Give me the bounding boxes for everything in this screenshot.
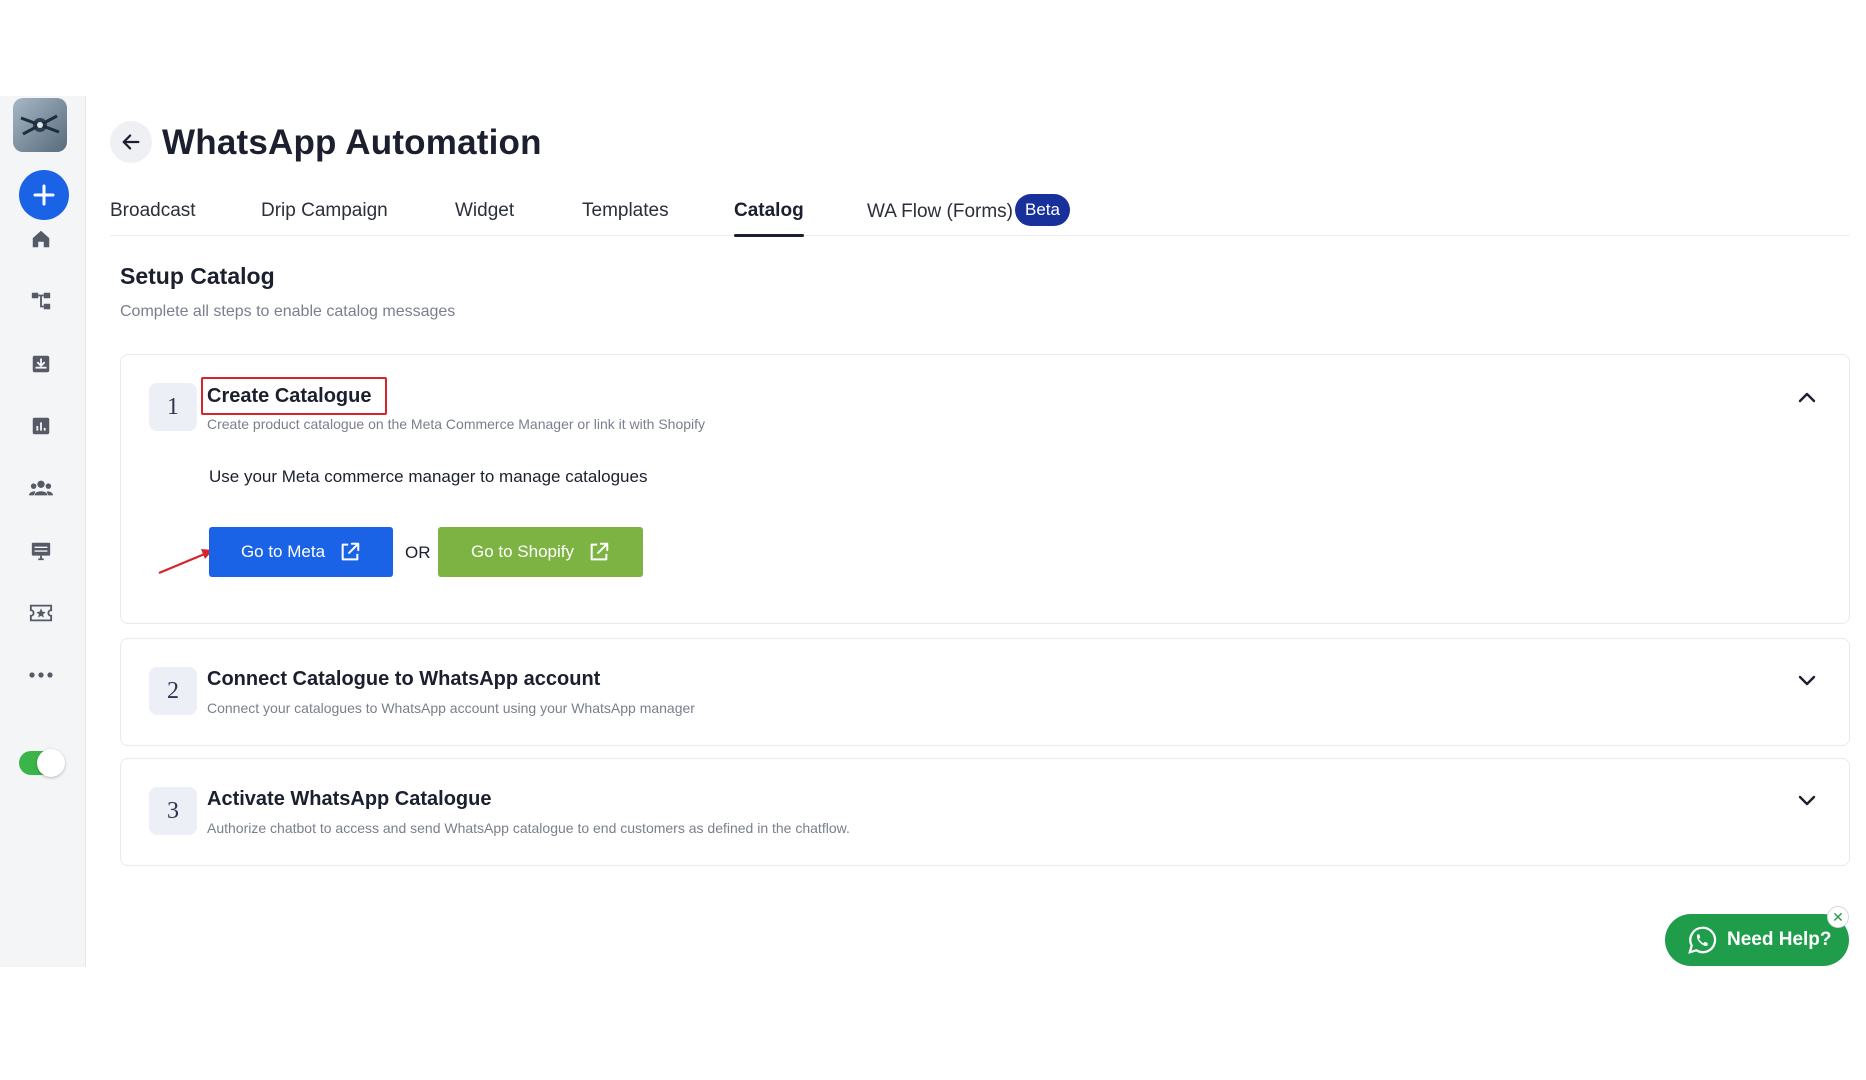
step-description: Authorize chatbot to access and send Wha…: [207, 820, 850, 836]
chevron-up-icon: [1798, 392, 1816, 403]
go-to-meta-button[interactable]: Go to Meta: [209, 527, 393, 577]
home-icon: [32, 230, 50, 248]
meta-instruction: Use your Meta commerce manager to manage…: [209, 467, 648, 486]
go-to-shopify-button[interactable]: Go to Shopify: [438, 527, 643, 577]
step-card-connect-catalogue[interactable]: 2 Connect Catalogue to WhatsApp account …: [120, 638, 1850, 746]
step-title: Activate WhatsApp Catalogue: [207, 788, 492, 810]
or-separator: OR: [405, 543, 431, 562]
monitor-icon: [31, 542, 51, 561]
flow-icon: [31, 292, 51, 310]
inbox-icon: [32, 355, 50, 373]
section-subtitle: Complete all steps to enable catalog mes…: [120, 303, 456, 320]
sidebar-item-contacts[interactable]: [26, 473, 56, 503]
step-number: 1: [149, 383, 197, 431]
workspace-avatar[interactable]: [13, 98, 67, 152]
toggle-knob: [37, 749, 65, 777]
need-help-label: Need Help?: [1727, 929, 1832, 950]
step-title[interactable]: Create Catalogue: [207, 385, 372, 408]
step-description: Connect your catalogues to WhatsApp acco…: [207, 700, 695, 716]
section-title: Setup Catalog: [120, 263, 275, 289]
need-help-button[interactable]: Need Help?: [1665, 914, 1849, 966]
sidebar-item-analytics[interactable]: [26, 411, 56, 441]
tab-catalog[interactable]: Catalog: [734, 196, 804, 237]
pointer-arrow: [158, 549, 213, 575]
sidebar: [0, 96, 86, 967]
whatsapp-icon: [1688, 926, 1717, 954]
external-link-icon: [341, 542, 360, 561]
sidebar-item-more[interactable]: [26, 660, 56, 690]
contacts-icon: [29, 480, 53, 496]
chevron-down-icon: [1798, 675, 1816, 686]
ticket-icon: [29, 604, 53, 622]
step-card-activate-catalogue[interactable]: 3 Activate WhatsApp Catalogue Authorize …: [120, 758, 1850, 866]
go-to-meta-label: Go to Meta: [240, 542, 326, 561]
sidebar-item-tickets[interactable]: [26, 598, 56, 628]
back-button[interactable]: [110, 121, 152, 163]
more-icon: [29, 672, 53, 678]
help-close-button[interactable]: ✕: [1827, 906, 1849, 928]
go-to-shopify-label: Go to Shopify: [470, 542, 574, 561]
analytics-icon: [32, 417, 50, 435]
tab-drip-campaign[interactable]: Drip Campaign: [261, 196, 388, 236]
tab-templates[interactable]: Templates: [582, 196, 669, 236]
tab-wa-flow[interactable]: WA Flow (Forms) Beta: [867, 194, 1070, 236]
step-number: 2: [149, 667, 197, 715]
tab-bar: Broadcast Drip Campaign Widget Templates…: [110, 194, 1850, 237]
beta-badge: Beta: [1015, 194, 1070, 226]
step-title: Connect Catalogue to WhatsApp account: [207, 668, 601, 690]
external-link-icon: [590, 542, 609, 561]
chevron-down-icon: [1798, 795, 1816, 806]
sidebar-item-inbox[interactable]: [26, 349, 56, 379]
status-toggle[interactable]: [19, 749, 65, 777]
step-description: Create product catalogue on the Meta Com…: [207, 416, 706, 432]
app-frame: WhatsApp Automation Broadcast Drip Campa…: [0, 96, 1866, 967]
step-number: 3: [149, 787, 197, 835]
tab-wa-flow-label: WA Flow (Forms): [867, 201, 1014, 223]
add-button[interactable]: [19, 170, 69, 220]
expand-button[interactable]: [1795, 789, 1819, 813]
page-title: WhatsApp Automation: [162, 123, 542, 162]
main-content: WhatsApp Automation Broadcast Drip Campa…: [86, 96, 1866, 967]
sidebar-item-flows[interactable]: [26, 286, 56, 316]
sidebar-item-monitor[interactable]: [26, 536, 56, 566]
arrow-left-icon: [122, 134, 140, 150]
expand-button[interactable]: [1795, 669, 1819, 693]
plus-icon: [33, 184, 55, 206]
tab-widget[interactable]: Widget: [455, 196, 514, 236]
collapse-button[interactable]: [1795, 385, 1819, 409]
tab-broadcast[interactable]: Broadcast: [110, 196, 196, 236]
step-card-create-catalogue: 1 Create Catalogue Create product catalo…: [120, 354, 1850, 624]
sidebar-item-home[interactable]: [26, 224, 56, 254]
